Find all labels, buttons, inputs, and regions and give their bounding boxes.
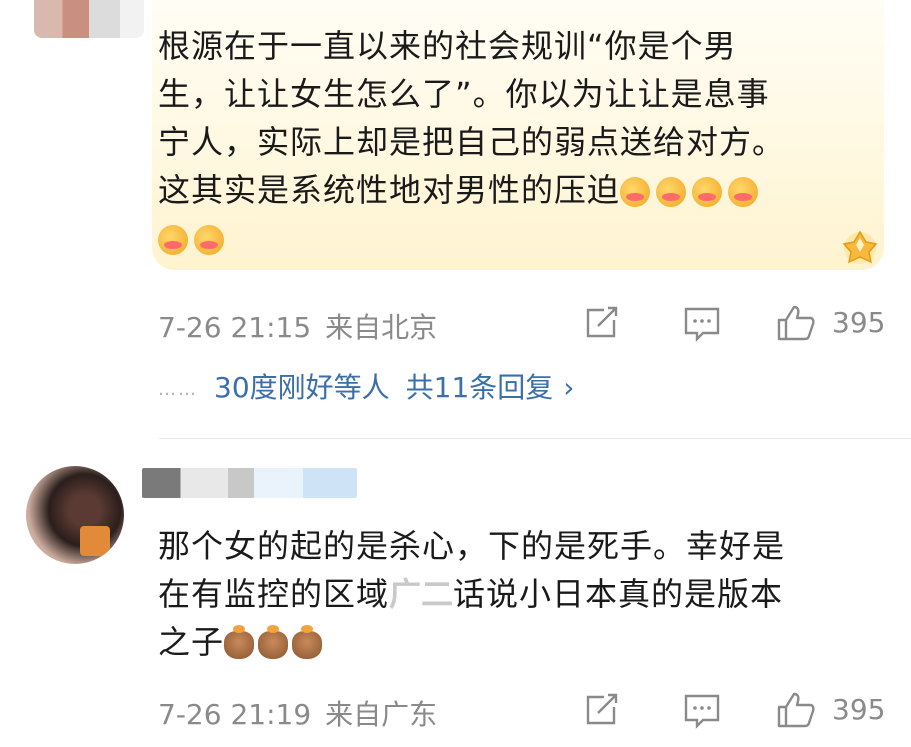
flushed-love-emoji bbox=[656, 177, 687, 207]
comment-1-text: 根源在于一直以来的社会规训“你是个男 生，让让女生怎么了”。你以为让让是息事 宁… bbox=[158, 22, 870, 262]
reply-author-link[interactable]: 30度刚好等人 bbox=[214, 371, 390, 404]
comment-2-line-2: 在有监控的区域 bbox=[158, 575, 390, 613]
reply-count-link[interactable]: 共11条回复 bbox=[406, 371, 554, 404]
like-button-2[interactable] bbox=[776, 691, 816, 729]
share-button-2[interactable] bbox=[584, 693, 620, 727]
chevron-right-icon: › bbox=[563, 371, 575, 404]
like-icon bbox=[777, 305, 815, 341]
comment-2-line-2b: 话说小日本真的是版本 bbox=[453, 575, 784, 613]
share-button-1[interactable] bbox=[584, 306, 620, 340]
comment-2-line-1: 那个女的起的是杀心，下的是死手。幸好是 bbox=[158, 527, 786, 565]
garbled-text: 广二 bbox=[389, 575, 454, 613]
comment-2-meta: 7-26 21:19 来自广东 bbox=[158, 693, 437, 733]
flushed-love-emoji bbox=[158, 225, 188, 255]
comment-button-1[interactable] bbox=[683, 306, 721, 342]
comment-1-line-1: 根源在于一直以来的社会规训“你是个男 bbox=[158, 27, 737, 65]
share-icon bbox=[586, 306, 618, 338]
comment-2-text: 那个女的起的是杀心，下的是死手。幸好是 在有监控的区域广二话说小日本真的是版本 … bbox=[158, 522, 888, 666]
username-2-blurred[interactable] bbox=[142, 468, 357, 498]
comment-2-location: 来自广东 bbox=[325, 698, 438, 731]
capybara-emoji bbox=[224, 625, 255, 659]
comment-button-2[interactable] bbox=[683, 693, 721, 729]
comment-2-line-3: 之子 bbox=[158, 623, 225, 661]
comment-1-line-4: 这其实是系统性地对男性的压迫 bbox=[158, 171, 621, 209]
reply-summary[interactable]: …… 30度刚好等人 共11条回复 › bbox=[158, 366, 574, 406]
comment-1-location: 来自北京 bbox=[325, 311, 438, 344]
comment-2-time: 7-26 21:19 bbox=[158, 698, 312, 731]
capybara-emoji bbox=[292, 625, 323, 659]
flushed-love-emoji bbox=[728, 177, 759, 207]
capybara-emoji bbox=[258, 625, 289, 659]
avatar-1[interactable] bbox=[34, 0, 144, 38]
divider bbox=[158, 438, 911, 439]
flushed-love-emoji bbox=[194, 225, 224, 255]
share-icon bbox=[586, 693, 618, 725]
avatar-2[interactable] bbox=[26, 466, 124, 564]
like-button-1[interactable] bbox=[776, 304, 816, 342]
comment-icon bbox=[684, 694, 720, 729]
crown-badge-icon bbox=[842, 230, 878, 264]
reply-dots: …… bbox=[158, 378, 198, 400]
like-count-2: 395 bbox=[832, 693, 886, 726]
comment-1-line-3: 宁人，实际上却是把自己的弱点送给对方。 bbox=[158, 123, 786, 161]
flushed-love-emoji bbox=[692, 177, 723, 207]
like-count-1: 395 bbox=[832, 306, 886, 339]
flushed-love-emoji bbox=[620, 177, 651, 207]
comment-icon bbox=[684, 307, 720, 342]
comment-1-time: 7-26 21:15 bbox=[158, 311, 312, 344]
like-icon bbox=[777, 692, 815, 728]
comment-1-line-2: 生，让让女生怎么了”。你以为让让是息事 bbox=[158, 75, 770, 113]
comment-1-meta: 7-26 21:15 来自北京 bbox=[158, 306, 437, 346]
